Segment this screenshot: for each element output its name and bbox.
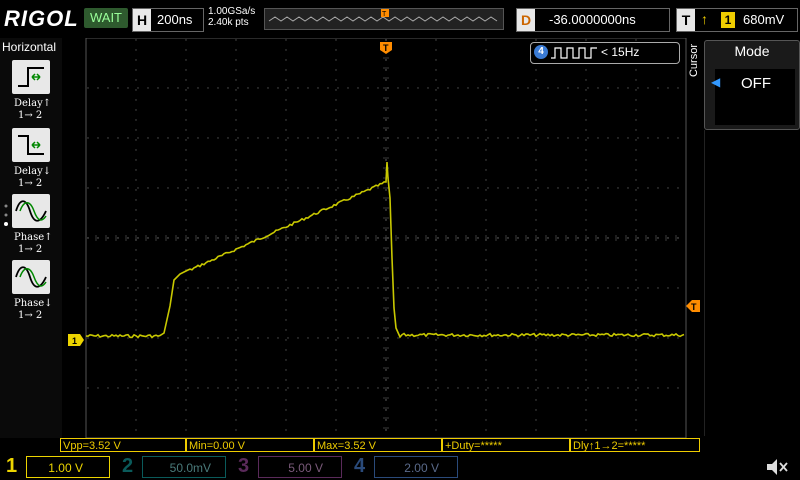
delay-fall-sub: 1→ 2 — [18, 178, 43, 189]
memory-depth: 2.40k pts — [208, 17, 249, 28]
ch1-ground-label: 1 — [72, 336, 77, 346]
delay-value: -36.0000000ns — [549, 12, 636, 27]
ch2-scale: 50.0mV — [142, 456, 226, 478]
phase-rise-label: Phase↑ 1→ 2 — [14, 232, 53, 256]
left-arrow-icon: ◀ — [711, 75, 721, 89]
memory-trigger-marker: T — [382, 11, 387, 18]
frequency-value: < 15Hz — [601, 45, 640, 59]
phase-rise-sub: 1→ 2 — [18, 244, 43, 255]
phase-rise-title: Phase↑ — [14, 232, 53, 243]
delay-rise-title: Delay↑ — [14, 98, 52, 109]
trigger-level: 680mV — [743, 12, 785, 27]
trigger-box[interactable]: T ↑ 1 680mV — [676, 8, 798, 32]
delay-rise-icon — [18, 67, 44, 87]
meas-max[interactable]: Max=3.52 V — [314, 438, 442, 452]
delay-label: D — [517, 9, 535, 31]
frequency-counter-badge[interactable]: 4 < 15Hz — [530, 42, 680, 64]
phase-rise-icon — [15, 200, 47, 222]
timebase-label: H — [133, 9, 151, 31]
delay-fall-button[interactable] — [12, 128, 50, 162]
rising-edge-icon: ↑ — [701, 11, 708, 27]
phase-fall-title: Phase↓ — [14, 298, 53, 309]
phase-fall-sub: 1→ 2 — [18, 310, 43, 321]
delay-box[interactable]: D -36.0000000ns — [516, 8, 670, 32]
timebase-value: 200ns — [157, 12, 193, 27]
channel-3-tab[interactable]: 3 5.00 V — [232, 454, 348, 480]
trigger-label: T — [677, 9, 695, 31]
brand-logo: RIGOL — [4, 6, 79, 31]
channel-2-tab[interactable]: 2 50.0mV — [116, 454, 232, 480]
delay-rise-sub: 1→ 2 — [18, 110, 43, 121]
ch2-number: 2 — [122, 455, 134, 477]
graticule — [85, 38, 679, 431]
cursor-menu-tab[interactable]: Cursor — [688, 44, 700, 77]
delay-fall-label: Delay↓ 1→ 2 — [14, 166, 51, 190]
ch4-number: 4 — [354, 455, 366, 477]
ch1-number: 1 — [6, 455, 18, 477]
trigger-source-badge: 1 — [721, 12, 735, 28]
trigger-position-label: T — [383, 43, 389, 53]
memory-overview-bar[interactable]: T — [264, 8, 504, 30]
sample-rate: 1.00GSa/s — [208, 6, 256, 17]
channel-1-tab[interactable]: 1 1.00 V — [0, 454, 116, 480]
timebase-box[interactable]: H 200ns — [132, 8, 204, 32]
memory-waveform-icon: T — [268, 9, 498, 22]
speaker-muted-icon[interactable] — [764, 456, 790, 478]
ch1-scale: 1.00 V — [26, 456, 110, 478]
waveform-display[interactable]: T T 1 — [64, 38, 700, 438]
delay-rise-button[interactable] — [12, 60, 50, 94]
channel-4-tab[interactable]: 4 2.00 V — [348, 454, 464, 480]
meas-delay[interactable]: Dly↑1→2=***** — [570, 438, 700, 452]
menu-page-dots-icon — [4, 204, 8, 226]
measurement-bar: Vpp=3.52 V Min=0.00 V Max=3.52 V +Duty=*… — [60, 438, 700, 454]
cursor-mode-value-box: ◀ OFF — [711, 69, 795, 125]
phase-rise-button[interactable] — [12, 194, 50, 228]
delay-fall-title: Delay↓ — [14, 166, 52, 177]
ch3-scale: 5.00 V — [258, 456, 342, 478]
acquisition-status: WAIT — [84, 8, 128, 28]
cursor-mode-value: OFF — [741, 75, 771, 92]
delay-rise-label: Delay↑ 1→ 2 — [14, 98, 51, 122]
freq-channel-badge: 4 — [534, 45, 548, 59]
trigger-level-marker[interactable]: T — [686, 300, 700, 312]
delay-fall-icon — [18, 135, 44, 155]
right-menu-blank — [704, 130, 799, 436]
square-wave-icon — [551, 47, 597, 59]
trigger-level-label: T — [691, 302, 697, 312]
trigger-position-marker: T — [380, 42, 392, 54]
ch3-number: 3 — [238, 455, 250, 477]
cursor-mode-title: Mode — [734, 43, 770, 59]
meas-min[interactable]: Min=0.00 V — [186, 438, 314, 452]
phase-fall-icon — [15, 266, 47, 288]
meas-duty[interactable]: +Duty=***** — [442, 438, 570, 452]
horizontal-menu-title: Horizontal — [2, 40, 57, 54]
ch1-waveform — [85, 161, 685, 339]
sample-info: 1.00GSa/s 2.40k pts — [208, 6, 255, 28]
ch4-scale: 2.00 V — [374, 456, 458, 478]
ch1-ground-marker[interactable]: 1 — [68, 334, 84, 346]
meas-vpp[interactable]: Vpp=3.52 V — [60, 438, 186, 452]
phase-fall-label: Phase↓ 1→ 2 — [14, 298, 53, 322]
cursor-mode-button[interactable]: Mode ◀ OFF — [704, 40, 800, 130]
phase-fall-button[interactable] — [12, 260, 50, 294]
